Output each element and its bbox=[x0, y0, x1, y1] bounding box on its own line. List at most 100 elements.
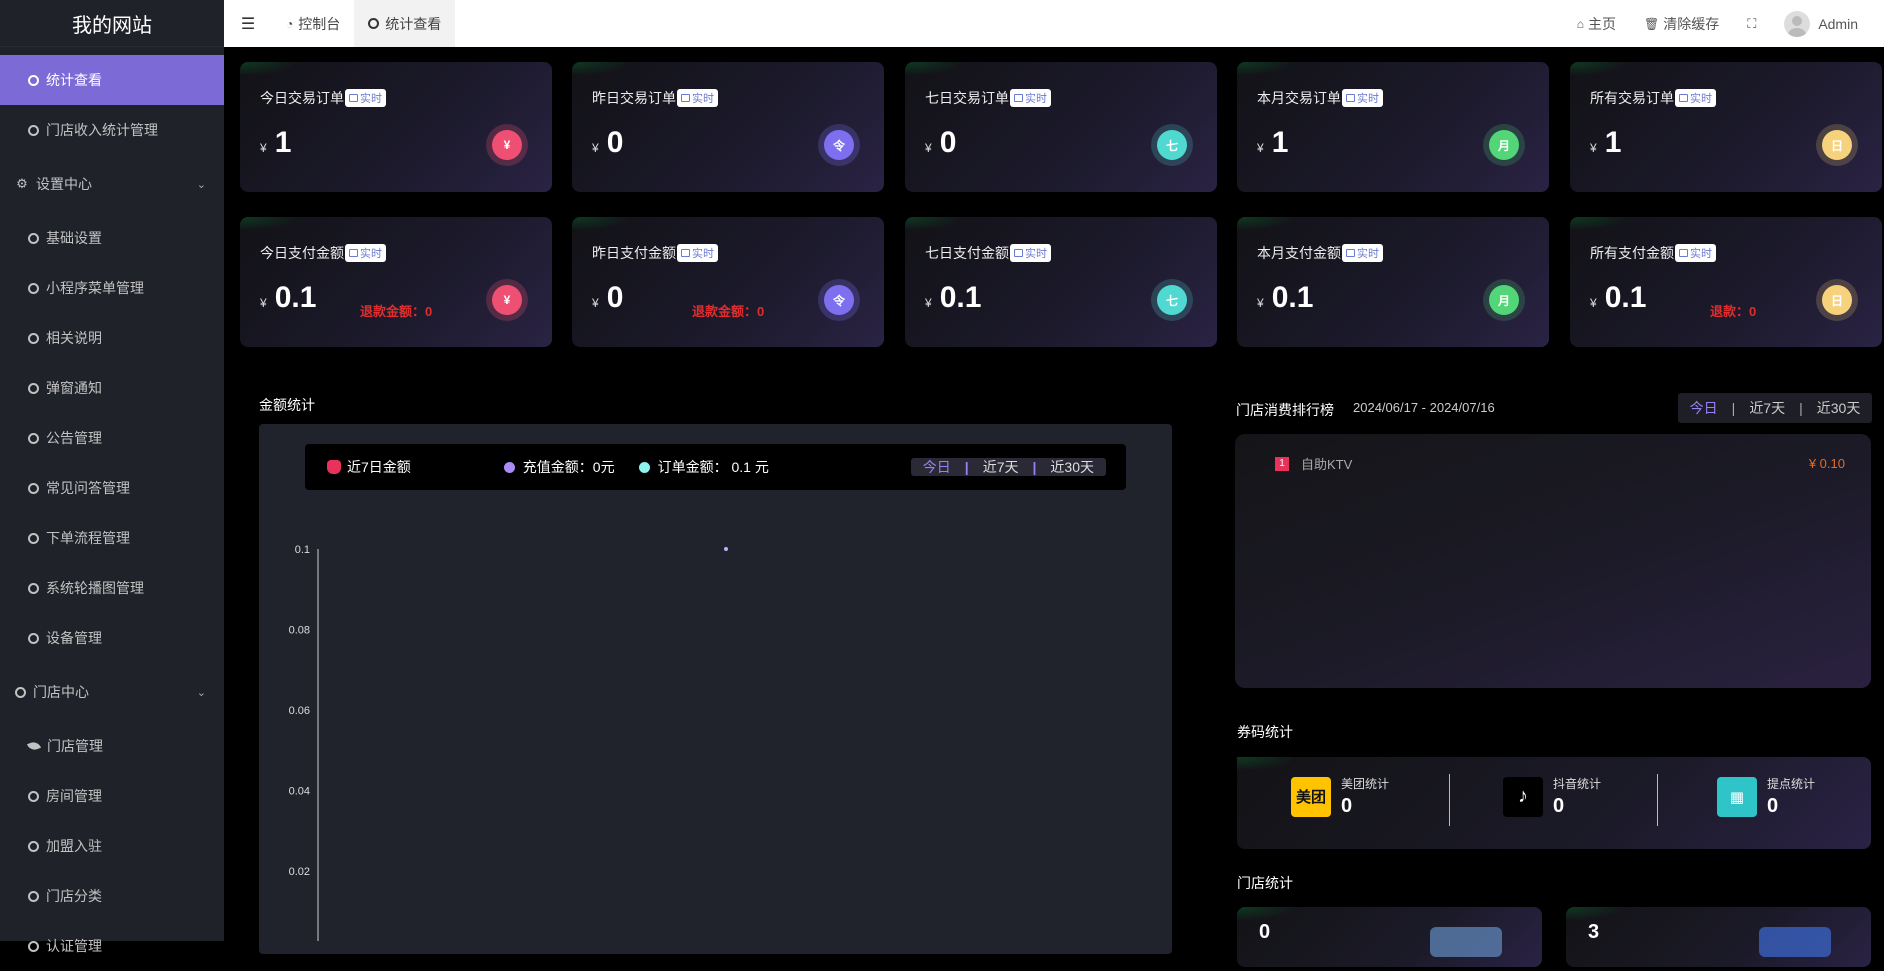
monitor-icon bbox=[1346, 94, 1355, 102]
menu-toggle-icon[interactable]: ☰ bbox=[224, 14, 272, 34]
tab-label: 统计查看 bbox=[385, 15, 442, 32]
sidebar-item-setting[interactable]: 设备管理 bbox=[0, 613, 224, 663]
sidebar-group-label: 设置中心 bbox=[36, 176, 92, 192]
badge-label: 实时 bbox=[1690, 93, 1712, 105]
badge-label: 实时 bbox=[360, 248, 382, 260]
badge-label: 实时 bbox=[1357, 248, 1379, 260]
sidebar-item-stats[interactable]: 统计查看 bbox=[0, 55, 224, 105]
stat-title-text: 昨日支付金额 bbox=[592, 245, 676, 261]
stat-number: 0.1 bbox=[274, 281, 317, 314]
ranking-row[interactable]: 1 自助KTV ¥ 0.10 bbox=[1275, 454, 1845, 473]
circle-icon bbox=[28, 790, 39, 802]
monitor-icon bbox=[1346, 249, 1355, 257]
sidebar-item-label: 小程序菜单管理 bbox=[46, 280, 144, 296]
sidebar-item-setting[interactable]: 下单流程管理 bbox=[0, 513, 224, 563]
stat-value: ¥0 bbox=[925, 126, 956, 160]
badge-label: 实时 bbox=[360, 93, 382, 105]
sidebar-item-label: 门店收入统计管理 bbox=[46, 122, 158, 138]
sidebar-item-store[interactable]: 门店管理 bbox=[0, 721, 224, 771]
stat-value: ¥1 bbox=[1590, 126, 1621, 160]
sidebar-group-settings[interactable]: ⚙ 设置中心 ⌄ bbox=[0, 155, 224, 213]
icon-glyph: 月 bbox=[1489, 285, 1519, 315]
circle-icon bbox=[28, 582, 39, 594]
stat-title-text: 本月交易订单 bbox=[1257, 90, 1341, 106]
sidebar: 我的网站 统计查看 门店收入统计管理 ⚙ 设置中心 ⌄ 基础设置小程序菜单管理相… bbox=[0, 0, 224, 954]
sidebar-item-store-income[interactable]: 门店收入统计管理 bbox=[0, 105, 224, 155]
coupon-value: 0 bbox=[1767, 795, 1779, 817]
stat-title-text: 昨日交易订单 bbox=[592, 90, 676, 106]
home-link[interactable]: ⌂ 主页 bbox=[1577, 14, 1616, 34]
stat-card-title: 本月交易订单 实时 bbox=[1257, 88, 1383, 108]
stat-card-title: 昨日交易订单 实时 bbox=[592, 88, 718, 108]
icon-glyph: ¥ bbox=[492, 130, 522, 160]
fullscreen-button[interactable]: ⛶ bbox=[1747, 16, 1756, 32]
avatar bbox=[1784, 10, 1811, 37]
currency-symbol: ¥ bbox=[1257, 296, 1264, 310]
sidebar-item-store[interactable]: 门店分类 bbox=[0, 871, 224, 921]
stat-title-text: 所有支付金额 bbox=[1590, 245, 1674, 261]
stat-value: ¥1 bbox=[1257, 126, 1288, 160]
stat-card: 所有交易订单 实时 ¥1 日 bbox=[1570, 62, 1882, 192]
circle-icon bbox=[28, 332, 39, 344]
stat-card: 七日支付金额 实时 ¥0.1 七 bbox=[905, 217, 1217, 347]
ranking-date-range[interactable]: 2024/06/17 - 2024/07/16 bbox=[1353, 400, 1495, 415]
coupon-value: 0 bbox=[1341, 795, 1353, 817]
amount-chart-panel: 近7日金额 充值金额：0元 订单金额： 0.1 元 今日 | 近7天 | 近30… bbox=[259, 424, 1172, 954]
sidebar-item-label: 统计查看 bbox=[46, 72, 102, 88]
store-stats-title: 门店统计 bbox=[1237, 875, 1293, 891]
sidebar-item-setting[interactable]: 系统轮播图管理 bbox=[0, 563, 224, 613]
month-icon: 月 bbox=[1483, 279, 1525, 321]
stat-number: 0.1 bbox=[1271, 281, 1314, 314]
stat-title-text: 所有交易订单 bbox=[1590, 90, 1674, 106]
clear-cache-button[interactable]: 🗑 清除缓存 bbox=[1644, 14, 1719, 34]
data-point[interactable] bbox=[724, 547, 728, 551]
rank-range-today[interactable]: 今日 bbox=[1690, 398, 1718, 418]
sidebar-item-setting[interactable]: 常见问答管理 bbox=[0, 463, 224, 513]
stat-card: 今日支付金额 实时 ¥0.1 退款金额：0 ¥ bbox=[240, 217, 552, 347]
stat-card-title: 七日交易订单 实时 bbox=[925, 88, 1051, 108]
stat-card: 昨日支付金额 实时 ¥0 退款金额：0 令 bbox=[572, 217, 884, 347]
sidebar-item-label: 基础设置 bbox=[46, 230, 102, 246]
user-menu[interactable]: Admin bbox=[1784, 10, 1858, 37]
home-label: 主页 bbox=[1587, 15, 1616, 32]
ranking-panel: 1 自助KTV ¥ 0.10 bbox=[1235, 434, 1871, 688]
sidebar-item-label: 常见问答管理 bbox=[46, 480, 130, 496]
sidebar-item-setting[interactable]: 公告管理 bbox=[0, 413, 224, 463]
stat-title-text: 本月支付金额 bbox=[1257, 245, 1341, 261]
circle-icon bbox=[28, 940, 39, 952]
stat-value: ¥0 bbox=[592, 126, 623, 160]
sidebar-item-store[interactable]: 房间管理 bbox=[0, 771, 224, 821]
sidebar-item-setting[interactable]: 小程序菜单管理 bbox=[0, 263, 224, 313]
rank-range-7days[interactable]: 近7天 bbox=[1749, 398, 1785, 418]
coupon-tidian: ▦ 提点统计 0 bbox=[1717, 775, 1815, 818]
sidebar-group-store[interactable]: 门店中心 ⌄ bbox=[0, 663, 224, 721]
divider bbox=[1657, 774, 1658, 826]
circle-icon bbox=[28, 124, 39, 136]
divider bbox=[1449, 774, 1450, 826]
sidebar-item-store[interactable]: 加盟入驻 bbox=[0, 821, 224, 871]
currency-symbol: ¥ bbox=[592, 296, 599, 310]
stat-number: 0.1 bbox=[1604, 281, 1647, 314]
circle-icon bbox=[28, 482, 39, 494]
sidebar-group-label: 门店中心 bbox=[33, 684, 89, 700]
circle-icon bbox=[28, 532, 39, 544]
sidebar-item-setting[interactable]: 相关说明 bbox=[0, 313, 224, 363]
sidebar-item-setting[interactable]: 基础设置 bbox=[0, 213, 224, 263]
amount-section-title: 金额统计 bbox=[259, 397, 315, 413]
sidebar-item-store[interactable]: 认证管理 bbox=[0, 921, 224, 971]
icon-glyph: 七 bbox=[1157, 130, 1187, 160]
tab-stats[interactable]: 统计查看 bbox=[354, 0, 456, 47]
stat-title-text: 今日交易订单 bbox=[260, 90, 344, 106]
sidebar-item-setting[interactable]: 弹窗通知 bbox=[0, 363, 224, 413]
site-logo[interactable]: 我的网站 bbox=[0, 0, 224, 47]
yesterday-icon: 令 bbox=[818, 124, 860, 166]
stat-number: 1 bbox=[1271, 126, 1289, 159]
rank-range-30days[interactable]: 近30天 bbox=[1817, 398, 1861, 418]
sidebar-item-label: 设备管理 bbox=[46, 630, 102, 646]
tab-dashboard[interactable]: ◔ 控制台 bbox=[272, 0, 354, 47]
dashboard-icon: ◔ bbox=[286, 16, 294, 31]
meituan-logo: 美团 bbox=[1291, 776, 1331, 817]
rank-store-name: 自助KTV bbox=[1301, 457, 1353, 472]
badge-label: 实时 bbox=[1025, 248, 1047, 260]
icon-glyph: 日 bbox=[1822, 130, 1852, 160]
